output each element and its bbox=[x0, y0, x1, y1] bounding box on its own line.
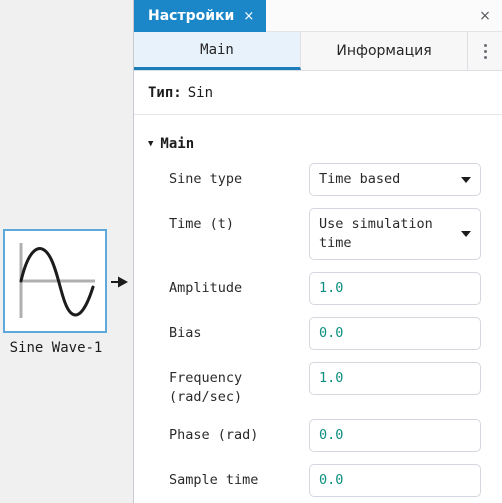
row-frequency: Frequency (rad/sec) 1.0 bbox=[169, 362, 488, 407]
settings-rows: Sine type Time based Time (t) Use simula… bbox=[148, 163, 488, 497]
control-time: Use simulation time bbox=[309, 208, 488, 260]
panel-document-tab-close-icon[interactable]: × bbox=[243, 10, 254, 23]
tab-information[interactable]: Информация bbox=[301, 32, 468, 70]
row-sine-type: Sine type Time based bbox=[169, 163, 488, 196]
row-amplitude: Amplitude 1.0 bbox=[169, 272, 488, 305]
row-phase: Phase (rad) 0.0 bbox=[169, 419, 488, 452]
kebab-menu-icon bbox=[483, 43, 487, 59]
block-type-row: Тип: Sin bbox=[134, 71, 502, 115]
select-time[interactable]: Use simulation time bbox=[309, 208, 481, 260]
sine-wave-icon bbox=[19, 243, 95, 318]
select-time-value: Use simulation time bbox=[319, 216, 433, 251]
settings-panel: Настройки × × Main Информация Тип: Sin ▼… bbox=[133, 0, 502, 503]
close-icon[interactable]: × bbox=[468, 0, 502, 32]
input-amplitude[interactable]: 1.0 bbox=[309, 272, 481, 305]
label-amplitude: Amplitude bbox=[169, 280, 243, 296]
section-main-header[interactable]: ▼ Main bbox=[148, 115, 488, 163]
sine-wave-block-body[interactable] bbox=[3, 229, 107, 333]
block-type-value: Sin bbox=[187, 84, 214, 101]
select-sine-type[interactable]: Time based bbox=[309, 163, 481, 196]
tab-main[interactable]: Main bbox=[134, 32, 301, 70]
label-bias: Bias bbox=[169, 325, 202, 341]
overflow-menu-button[interactable] bbox=[468, 32, 502, 70]
block-type-label: Тип: bbox=[148, 84, 182, 101]
select-sine-type-value: Time based bbox=[319, 171, 401, 187]
input-bias[interactable]: 0.0 bbox=[309, 317, 481, 350]
panel-document-tab-label: Настройки bbox=[148, 8, 235, 24]
panel-document-tab[interactable]: Настройки × bbox=[134, 0, 267, 32]
row-sample-time: Sample time 0.0 bbox=[169, 464, 488, 497]
sine-wave-block-label: Sine Wave-1 bbox=[9, 340, 103, 356]
section-main-title: Main bbox=[160, 136, 195, 152]
output-port-arrow-icon bbox=[111, 276, 128, 288]
panel-tabstrip: Main Информация bbox=[134, 32, 502, 71]
sine-wave-block[interactable]: Sine Wave-1 bbox=[3, 229, 129, 357]
label-frequency: Frequency (rad/sec) bbox=[169, 370, 243, 405]
label-sample-time: Sample time bbox=[169, 472, 259, 488]
tab-information-label: Информация bbox=[336, 43, 432, 59]
input-phase[interactable]: 0.0 bbox=[309, 419, 481, 452]
input-frequency[interactable]: 1.0 bbox=[309, 362, 481, 395]
row-bias: Bias 0.0 bbox=[169, 317, 488, 350]
label-phase: Phase (rad) bbox=[169, 427, 259, 443]
control-frequency: 1.0 bbox=[309, 362, 488, 395]
chevron-down-icon: ▼ bbox=[148, 138, 154, 149]
control-bias: 0.0 bbox=[309, 317, 488, 350]
app-root: Sine Wave-1 Настройки × × Main Информаци… bbox=[0, 0, 502, 503]
model-canvas[interactable]: Sine Wave-1 bbox=[0, 0, 133, 503]
input-sample-time[interactable]: 0.0 bbox=[309, 464, 481, 497]
control-sine-type: Time based bbox=[309, 163, 488, 196]
label-sine-type: Sine type bbox=[169, 171, 243, 187]
control-sample-time: 0.0 bbox=[309, 464, 488, 497]
panel-titlebar: Настройки × × bbox=[134, 0, 502, 32]
row-time: Time (t) Use simulation time bbox=[169, 208, 488, 260]
control-phase: 0.0 bbox=[309, 419, 488, 452]
settings-form: ▼ Main Sine type Time based Time (t) Use… bbox=[134, 115, 502, 497]
label-time: Time (t) bbox=[169, 216, 235, 232]
chevron-down-icon bbox=[461, 176, 471, 183]
chevron-down-icon bbox=[461, 231, 471, 237]
control-amplitude: 1.0 bbox=[309, 272, 488, 305]
tab-main-label: Main bbox=[200, 41, 234, 58]
